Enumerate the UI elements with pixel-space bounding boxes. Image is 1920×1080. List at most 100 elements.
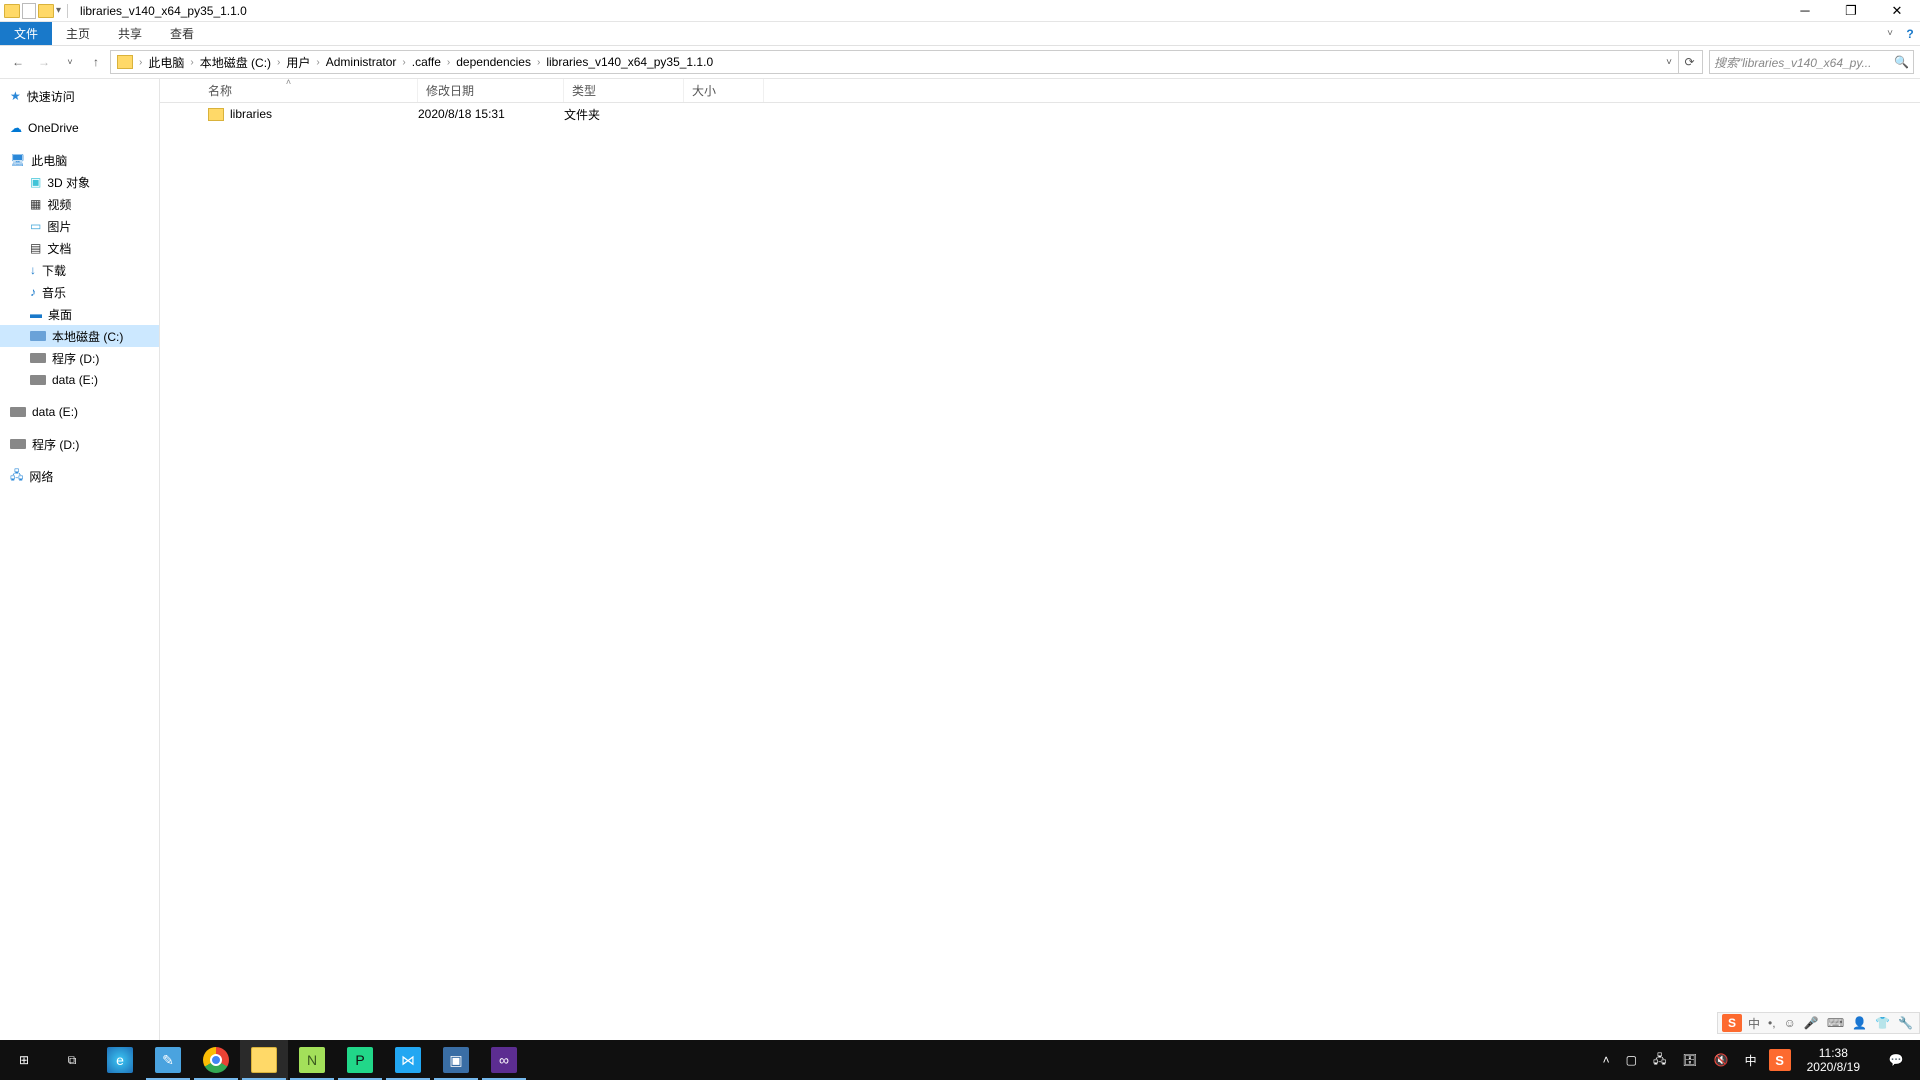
crumb[interactable]: 此电脑 [144,54,188,71]
sidebar-item-3dobjects[interactable]: ▣3D 对象 [0,171,159,193]
taskbar-app-pycharm[interactable]: P [336,1040,384,1080]
qat-properties-icon[interactable] [22,3,36,19]
sidebar-item-drive-d2[interactable]: 程序 (D:) [0,433,159,455]
ime-tool-icon[interactable]: 🔧 [1896,1016,1915,1030]
quick-access-toolbar: ▾ [0,3,72,19]
tab-view[interactable]: 查看 [156,22,208,45]
taskbar-app-vscode[interactable]: ⋈ [384,1040,432,1080]
taskbar-app-wordpad[interactable]: ✎ [144,1040,192,1080]
sidebar-item-music[interactable]: ♪音乐 [0,281,159,303]
navigation-pane[interactable]: ★快速访问 ☁OneDrive 🖥此电脑 ▣3D 对象 ▦视频 ▭图片 ▤文档 … [0,79,160,1056]
recent-dropdown-icon[interactable]: ˅ [58,50,82,74]
drive-icon [10,439,26,449]
tab-home[interactable]: 主页 [52,22,104,45]
sidebar-item-pictures[interactable]: ▭图片 [0,215,159,237]
tray-battery-icon[interactable]: 🗄 [1678,1053,1701,1067]
taskbar-app-chrome[interactable] [192,1040,240,1080]
taskbar-app-explorer[interactable] [240,1040,288,1080]
clock-time: 11:38 [1807,1046,1860,1060]
sidebar-item-drive-d[interactable]: 程序 (D:) [0,347,159,369]
sidebar-item-desktop[interactable]: ▬桌面 [0,303,159,325]
tray-ime-icon[interactable]: 中 [1741,1052,1761,1069]
ime-voice-icon[interactable]: 🎤 [1802,1016,1821,1030]
tab-share[interactable]: 共享 [104,22,156,45]
tray-tablet-icon[interactable]: ▢ [1622,1053,1641,1067]
ime-lang-icon[interactable]: 中 [1746,1015,1762,1032]
crumb-sep-icon[interactable]: › [535,57,542,68]
taskbar[interactable]: ⊞ ⧉ e ✎ N P ⋈ ▣ ∞ ˄ ▢ 🖧 🗄 🔇 中 S 11:38 20… [0,1040,1920,1080]
search-input[interactable]: 搜索"libraries_v140_x64_py... 🔍 [1709,50,1914,74]
sidebar-item-videos[interactable]: ▦视频 [0,193,159,215]
tray-overflow-icon[interactable]: ˄ [1599,1053,1614,1067]
drive-icon [30,353,46,363]
start-button[interactable]: ⊞ [0,1040,48,1080]
sidebar-item-drive-e2[interactable]: data (E:) [0,401,159,423]
drive-icon [10,407,26,417]
maximize-button[interactable]: ❐ [1828,0,1874,22]
crumb-sep-icon[interactable]: › [314,57,321,68]
ribbon-collapse-icon[interactable]: ˅ [1880,22,1900,45]
tray-volume-icon[interactable]: 🔇 [1710,1053,1733,1067]
taskbar-app-ie[interactable]: e [96,1040,144,1080]
sogou-icon[interactable]: S [1722,1014,1742,1032]
ime-skin-icon[interactable]: 👕 [1873,1016,1892,1030]
title-bar[interactable]: ▾ libraries_v140_x64_py35_1.1.0 ─ ❐ ✕ [0,0,1920,22]
crumb-sep-icon[interactable]: › [188,57,195,68]
qat-dropdown-icon[interactable]: ▾ [56,5,61,16]
crumb-sep-icon[interactable]: › [137,57,144,68]
refresh-button[interactable]: ⟳ [1678,51,1700,73]
sidebar-item-quickaccess[interactable]: ★快速访问 [0,85,159,107]
crumb[interactable]: 用户 [282,54,314,71]
sidebar-item-downloads[interactable]: ↓下载 [0,259,159,281]
taskbar-app-notepadpp[interactable]: N [288,1040,336,1080]
ime-keyboard-icon[interactable]: ⌨ [1825,1016,1846,1030]
taskview-button[interactable]: ⧉ [48,1040,96,1080]
crumb-sep-icon[interactable]: › [275,57,282,68]
sidebar-item-drive-e[interactable]: data (E:) [0,369,159,391]
column-header-size[interactable]: 大小 [684,79,764,102]
pc-icon: 🖥 [10,153,25,167]
crumb[interactable]: libraries_v140_x64_py35_1.1.0 [542,55,717,69]
column-header-date[interactable]: 修改日期 [418,79,564,102]
back-button[interactable]: ← [6,50,30,74]
video-icon: ▦ [30,197,41,211]
ime-punct-icon[interactable]: •, [1766,1016,1778,1030]
crumb-sep-icon[interactable]: › [400,57,407,68]
close-button[interactable]: ✕ [1874,0,1920,22]
wordpad-icon: ✎ [155,1047,181,1073]
sidebar-item-documents[interactable]: ▤文档 [0,237,159,259]
sidebar-item-thispc[interactable]: 🖥此电脑 [0,149,159,171]
address-dropdown-icon[interactable]: ˅ [1660,57,1678,68]
up-button[interactable]: ↑ [84,50,108,74]
chrome-icon [203,1047,229,1073]
crumb[interactable]: .caffe [408,55,445,69]
column-headers: ˄名称 修改日期 类型 大小 [160,79,1920,103]
crumb-sep-icon[interactable]: › [445,57,452,68]
ime-user-icon[interactable]: 👤 [1850,1016,1869,1030]
file-row[interactable]: libraries 2020/8/18 15:31 文件夹 [160,103,1920,125]
search-icon[interactable]: 🔍 [1894,55,1909,69]
tray-network-icon[interactable]: 🖧 [1649,1050,1670,1071]
tray-notifications-icon[interactable]: 💬 [1876,1040,1916,1080]
sidebar-item-network[interactable]: 🖧网络 [0,465,159,487]
crumb[interactable]: Administrator [322,55,401,69]
tray-clock[interactable]: 11:38 2020/8/19 [1799,1046,1868,1074]
sidebar-item-drive-c[interactable]: 本地磁盘 (C:) [0,325,159,347]
forward-button[interactable]: → [32,50,56,74]
file-date: 2020/8/18 15:31 [418,107,564,121]
help-icon[interactable]: ? [1900,22,1920,45]
address-bar[interactable]: › 此电脑› 本地磁盘 (C:)› 用户› Administrator› .ca… [110,50,1703,74]
sidebar-item-onedrive[interactable]: ☁OneDrive [0,117,159,139]
ime-emoji-icon[interactable]: ☺ [1782,1016,1798,1030]
column-header-type[interactable]: 类型 [564,79,684,102]
crumb[interactable]: dependencies [452,55,535,69]
qat-newfolder-icon[interactable] [38,4,54,18]
taskbar-app-vs[interactable]: ∞ [480,1040,528,1080]
taskbar-app-generic[interactable]: ▣ [432,1040,480,1080]
tab-file[interactable]: 文件 [0,22,52,45]
column-header-name[interactable]: ˄名称 [160,79,418,102]
minimize-button[interactable]: ─ [1782,0,1828,22]
ime-floating-bar[interactable]: S 中 •, ☺ 🎤 ⌨ 👤 👕 🔧 [1717,1012,1920,1034]
tray-sogou-icon[interactable]: S [1769,1049,1791,1071]
crumb[interactable]: 本地磁盘 (C:) [196,54,275,71]
